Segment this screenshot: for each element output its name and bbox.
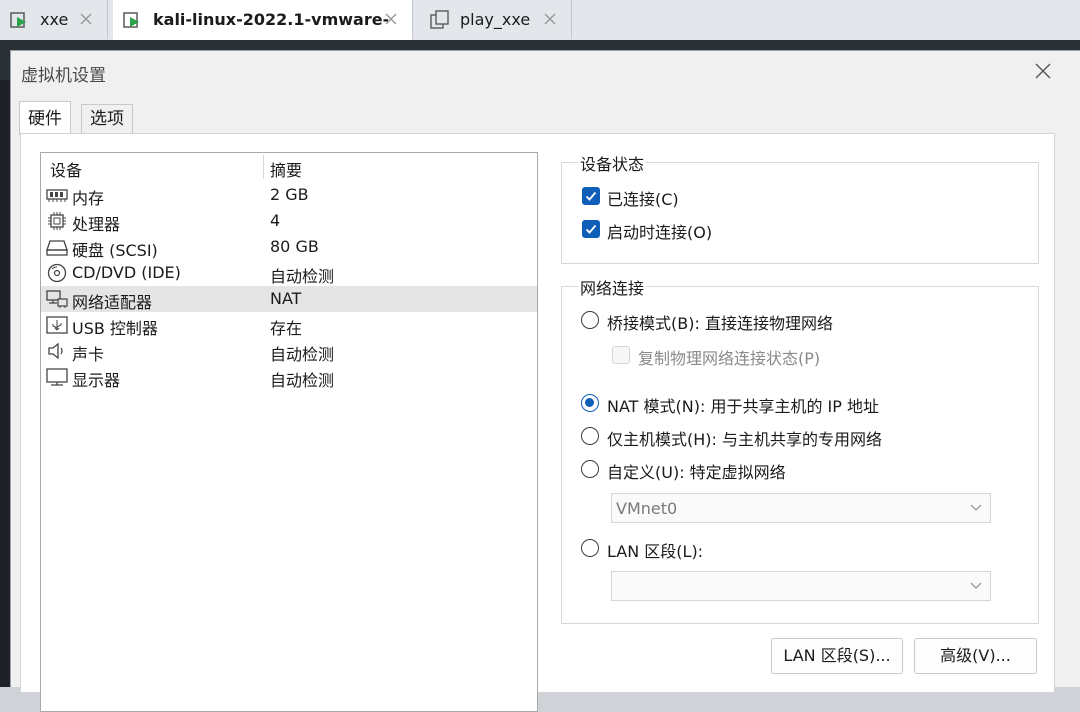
vm-play-icon	[123, 11, 139, 28]
custom-label[interactable]: 自定义(U): 特定虚拟网络	[607, 459, 786, 483]
lan-segment-label[interactable]: LAN 区段(L):	[607, 538, 703, 562]
nat-label[interactable]: NAT 模式(N): 用于共享主机的 IP 地址	[607, 393, 879, 417]
close-icon[interactable]	[1032, 60, 1054, 82]
device-row-hard-disk[interactable]: 硬盘 (SCSI) 80 GB	[41, 234, 537, 260]
connected-checkbox[interactable]	[582, 187, 600, 205]
device-row-memory[interactable]: 内存 2 GB	[41, 182, 537, 208]
usb-icon	[46, 316, 68, 334]
close-icon[interactable]	[77, 10, 95, 28]
memory-icon	[46, 189, 68, 202]
background-console	[0, 80, 10, 687]
vm-clone-icon	[430, 9, 449, 29]
device-row-sound-card[interactable]: 声卡 自动检测	[41, 338, 537, 364]
tab-xxe[interactable]: xxe	[0, 0, 108, 39]
device-row-cd-dvd[interactable]: CD/DVD (IDE) 自动检测	[41, 260, 537, 286]
custom-network-value: VMnet0	[616, 499, 678, 518]
device-list-header: 设备 摘要	[41, 153, 537, 181]
display-icon	[46, 368, 68, 386]
chevron-down-icon	[970, 582, 982, 589]
lan-segments-button[interactable]: LAN 区段(S)...	[771, 638, 903, 674]
tab-hardware[interactable]: 硬件	[19, 101, 71, 135]
bridged-radio[interactable]	[581, 311, 599, 329]
nat-radio[interactable]	[581, 394, 599, 412]
cd-dvd-icon	[47, 263, 67, 283]
checkmark-icon	[585, 191, 597, 201]
tab-options[interactable]: 选项	[81, 104, 133, 134]
close-icon[interactable]	[541, 10, 559, 28]
custom-radio[interactable]	[581, 460, 599, 478]
device-list[interactable]: 设备 摘要 内存 2 GB 处理器 4 硬盘 (SCSI) 80 GB CD/D…	[40, 152, 538, 712]
vm-settings-dialog: 虚拟机设置 硬件 选项 设备 摘要 内存 2 GB 处理器 4 硬盘 (SCSI…	[10, 50, 1080, 712]
replicate-state-checkbox[interactable]	[612, 346, 630, 364]
close-icon[interactable]	[382, 10, 400, 28]
device-row-usb-controller[interactable]: USB 控制器 存在	[41, 312, 537, 338]
network-adapter-icon	[46, 290, 68, 308]
device-status-title: 设备状态	[578, 151, 647, 175]
hard-disk-icon	[46, 240, 68, 256]
column-divider[interactable]	[263, 155, 264, 179]
lan-segment-select[interactable]	[611, 571, 991, 601]
dialog-title: 虚拟机设置	[21, 66, 106, 86]
device-status-group	[561, 162, 1039, 264]
advanced-button[interactable]: 高级(V)...	[914, 638, 1037, 674]
vm-play-icon	[10, 11, 26, 28]
custom-network-select[interactable]: VMnet0	[611, 493, 991, 523]
tab-play-xxe[interactable]: play_xxe	[420, 0, 572, 39]
column-header-summary[interactable]: 摘要	[270, 157, 302, 181]
host-only-radio[interactable]	[581, 427, 599, 445]
network-connection-title: 网络连接	[578, 275, 647, 299]
processor-icon	[48, 212, 66, 230]
hardware-panel: 设备 摘要 内存 2 GB 处理器 4 硬盘 (SCSI) 80 GB CD/D…	[20, 133, 1055, 712]
tab-strip: xxe kali-linux-2022.1-vmware-... play_xx…	[0, 0, 1080, 41]
tab-kali-linux[interactable]: kali-linux-2022.1-vmware-...	[113, 0, 413, 40]
connect-at-power-on-label[interactable]: 启动时连接(O)	[607, 219, 712, 243]
checkmark-icon	[585, 224, 597, 234]
device-row-display[interactable]: 显示器 自动检测	[41, 364, 537, 390]
lan-segment-radio[interactable]	[581, 539, 599, 557]
connect-at-power-on-checkbox[interactable]	[582, 220, 600, 238]
column-header-device[interactable]: 设备	[50, 157, 82, 181]
replicate-state-label[interactable]: 复制物理网络连接状态(P)	[638, 345, 820, 369]
bridged-label[interactable]: 桥接模式(B): 直接连接物理网络	[607, 310, 833, 334]
device-row-network-adapter[interactable]: 网络适配器 NAT	[41, 286, 537, 312]
connected-label[interactable]: 已连接(C)	[607, 186, 679, 210]
host-only-label[interactable]: 仅主机模式(H): 与主机共享的专用网络	[607, 426, 882, 450]
chevron-down-icon	[970, 504, 982, 511]
device-row-processor[interactable]: 处理器 4	[41, 208, 537, 234]
sound-card-icon	[48, 342, 63, 360]
